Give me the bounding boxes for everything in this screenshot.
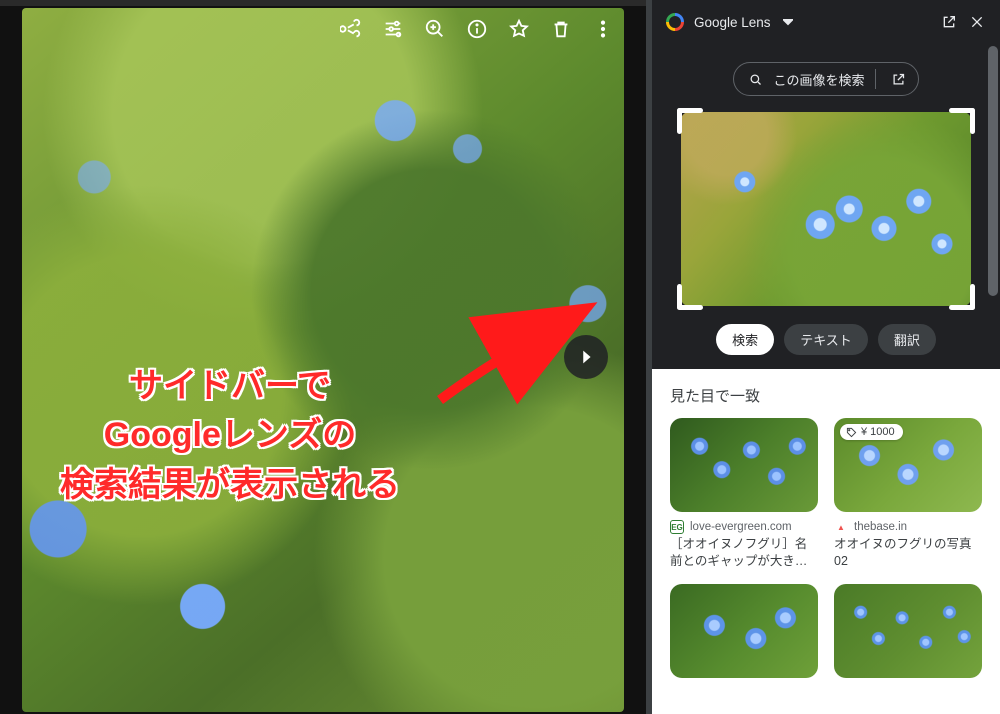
panel-title-dropdown[interactable] <box>783 15 793 30</box>
annotation-line2: Googleレンズの <box>0 411 460 460</box>
result-card[interactable]: ¥ 1000 ▲ thebase.in オオイヌのフグリの写真02 <box>834 418 982 570</box>
star-icon[interactable] <box>508 18 530 40</box>
google-lens-icon <box>666 13 684 31</box>
result-source: EG love-evergreen.com <box>670 520 818 534</box>
panel-title: Google Lens <box>694 15 771 30</box>
favicon-icon: EG <box>670 520 684 534</box>
search-this-image-label: この画像を検索 <box>773 70 864 89</box>
results-grid: EG love-evergreen.com ［オオイヌノフグリ］名前とのギャップ… <box>670 418 982 686</box>
main-photo[interactable] <box>22 8 624 712</box>
result-source: ▲ thebase.in <box>834 520 982 534</box>
favicon-icon: ▲ <box>834 520 848 534</box>
viewer-toolbar <box>340 18 614 40</box>
price-value: ¥ 1000 <box>861 426 895 438</box>
crop-handle-bl[interactable] <box>677 284 703 310</box>
price-chip: ¥ 1000 <box>840 424 903 440</box>
result-title: オオイヌのフグリの写真02 <box>834 536 982 570</box>
crop-image <box>681 112 971 306</box>
result-card[interactable] <box>670 584 818 686</box>
result-source-text: love-evergreen.com <box>690 521 792 533</box>
more-vert-icon[interactable] <box>592 18 614 40</box>
tag-icon <box>846 427 857 438</box>
crop-handle-br[interactable] <box>949 284 975 310</box>
result-title: ［オオイヌノフグリ］名前とのギャップが大きい花… <box>670 536 818 570</box>
annotation-line3: 検索結果が表示される <box>0 461 460 510</box>
search-this-image-button[interactable]: この画像を検索 <box>733 62 918 96</box>
crop-frame[interactable] <box>681 112 971 306</box>
result-card[interactable]: EG love-evergreen.com ［オオイヌノフグリ］名前とのギャップ… <box>670 418 818 570</box>
lens-side-panel: Google Lens この画像を検索 <box>652 0 1000 714</box>
result-thumb: ¥ 1000 <box>834 418 982 512</box>
annotation-line1: サイドバーで <box>0 362 460 411</box>
viewer-top-edge <box>0 0 646 6</box>
result-thumb <box>834 584 982 678</box>
next-photo-button[interactable] <box>564 335 608 379</box>
pill-divider <box>875 69 876 89</box>
mode-translate[interactable]: 翻訳 <box>878 324 936 355</box>
photo-viewer: サイドバーで Googleレンズの 検索結果が表示される <box>0 0 646 714</box>
result-card[interactable] <box>834 584 982 686</box>
tune-icon[interactable] <box>382 18 404 40</box>
annotation-text: サイドバーで Googleレンズの 検索結果が表示される <box>0 362 460 510</box>
result-thumb <box>670 418 818 512</box>
scrollbar-thumb[interactable] <box>988 46 998 296</box>
results-area: 見た目で一致 EG love-evergreen.com ［オオイヌノフグリ］名… <box>652 369 1000 714</box>
search-open-new-icon[interactable] <box>886 66 912 92</box>
results-heading: 見た目で一致 <box>670 385 982 406</box>
mode-text[interactable]: テキスト <box>784 324 868 355</box>
mode-search[interactable]: 検索 <box>716 324 774 355</box>
share-icon[interactable] <box>340 18 362 40</box>
result-thumb <box>670 584 818 678</box>
lens-search-icon <box>748 72 763 87</box>
panel-header: Google Lens <box>652 0 1000 44</box>
open-in-new-icon[interactable] <box>940 13 958 31</box>
crop-handle-tl[interactable] <box>677 108 703 134</box>
lens-query-area: この画像を検索 検索 テキスト 翻訳 <box>652 44 1000 369</box>
close-panel-icon[interactable] <box>968 13 986 31</box>
app-root: サイドバーで Googleレンズの 検索結果が表示される Google Lens <box>0 0 1000 714</box>
result-source-text: thebase.in <box>854 521 907 533</box>
delete-icon[interactable] <box>550 18 572 40</box>
info-icon[interactable] <box>466 18 488 40</box>
mode-row: 検索 テキスト 翻訳 <box>676 324 976 355</box>
crop-handle-tr[interactable] <box>949 108 975 134</box>
panel-body: この画像を検索 検索 テキスト 翻訳 <box>652 44 1000 714</box>
zoom-in-icon[interactable] <box>424 18 446 40</box>
